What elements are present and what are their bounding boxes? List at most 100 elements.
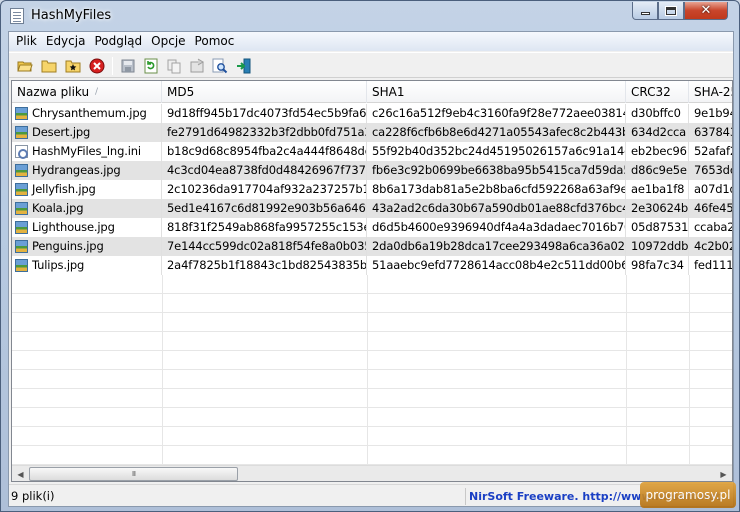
md5-cell: 9d18ff945b17dc4073fd54ec5b9fa62c xyxy=(162,104,367,123)
sha1-cell: d6d5b4600e9396940df4a4a3dadaec7016b70ea7 xyxy=(367,218,626,237)
find-icon xyxy=(212,58,228,74)
table-row[interactable]: Hydrangeas.jpg 4c3cd04ea8738fd0d48426967… xyxy=(12,161,732,180)
maximize-button[interactable] xyxy=(658,2,684,20)
crc32-cell: 05d87531 xyxy=(626,218,689,237)
grid-divider xyxy=(162,275,163,481)
menu-edycja[interactable]: Edycja xyxy=(39,32,86,51)
md5-cell: 2c10236da917704af932a237257b1c7b xyxy=(162,180,367,199)
app-icon xyxy=(10,8,24,24)
image-file-icon xyxy=(15,202,28,215)
scroll-left-button[interactable]: ◀ xyxy=(12,466,29,481)
star-folder-icon xyxy=(65,60,81,73)
sha1-cell: ca228f6cfb6b8e6d4271a05543afec8c2b443b3f xyxy=(367,123,626,142)
file-hash-list[interactable]: Nazwa pliku / MD5 SHA1 CRC32 SHA-25 Chry… xyxy=(11,80,733,482)
crc32-cell: d86c9e5e xyxy=(626,161,689,180)
menu-podglad[interactable]: Podgląd xyxy=(87,32,142,51)
filename-cell: Hydrangeas.jpg xyxy=(12,161,162,180)
filename-text: Hydrangeas.jpg xyxy=(32,163,121,177)
filename-cell: Chrysanthemum.jpg xyxy=(12,104,162,123)
column-header-crc32[interactable]: CRC32 xyxy=(626,81,689,103)
image-file-icon xyxy=(15,126,28,139)
crc32-cell: d30bffc0 xyxy=(626,104,689,123)
table-row[interactable]: Desert.jpg fe2791d64982332b3f2dbb0fd751a… xyxy=(12,123,732,142)
open-files-button[interactable] xyxy=(16,57,34,75)
status-bar: 9 plik(i) NirSoft Freeware. http://www.n… xyxy=(9,484,733,506)
sha256-cell: 4c2b028 xyxy=(689,237,732,256)
sha256-cell: 637843a xyxy=(689,123,732,142)
menu-plik[interactable]: Plik xyxy=(9,32,37,51)
table-row[interactable]: Penguins.jpg 7e144cc599dc02a818f54fe8a0b… xyxy=(12,237,732,256)
column-header-filename[interactable]: Nazwa pliku / xyxy=(12,81,162,103)
list-header: Nazwa pliku / MD5 SHA1 CRC32 SHA-25 xyxy=(12,81,732,103)
sha256-cell: ccaba2e xyxy=(689,218,732,237)
table-row[interactable]: Chrysanthemum.jpg 9d18ff945b17dc4073fd54… xyxy=(12,104,732,123)
column-header-sha1[interactable]: SHA1 xyxy=(367,81,626,103)
filename-cell: Penguins.jpg xyxy=(12,237,162,256)
title-bar[interactable]: HashMyFiles ✕ xyxy=(1,1,739,31)
menu-pomoc[interactable]: Pomoc xyxy=(188,32,235,51)
properties-button[interactable] xyxy=(188,57,206,75)
image-file-icon xyxy=(15,221,28,234)
find-button[interactable] xyxy=(211,57,229,75)
table-row[interactable]: Jellyfish.jpg 2c10236da917704af932a23725… xyxy=(12,180,732,199)
image-file-icon xyxy=(15,164,28,177)
column-header-sha256[interactable]: SHA-25 xyxy=(689,81,732,103)
refresh-button[interactable] xyxy=(142,57,160,75)
save-button[interactable] xyxy=(119,57,137,75)
table-row[interactable]: Koala.jpg 5ed1e4167c6d81992e903b56a646fa… xyxy=(12,199,732,218)
column-header-label: Nazwa pliku xyxy=(17,85,90,99)
save-icon xyxy=(121,59,135,73)
filename-cell: Desert.jpg xyxy=(12,123,162,142)
filename-text: Desert.jpg xyxy=(32,125,91,139)
column-header-md5[interactable]: MD5 xyxy=(162,81,367,103)
close-button[interactable]: ✕ xyxy=(684,2,728,20)
exit-button[interactable] xyxy=(235,57,253,75)
md5-cell: 818f31f2549ab868fa9957255c153eeb xyxy=(162,218,367,237)
sha256-cell: 9e1b94b xyxy=(689,104,732,123)
crc32-cell: 10972ddb xyxy=(626,237,689,256)
maximize-icon xyxy=(665,5,677,16)
crc32-cell: 634d2cca xyxy=(626,123,689,142)
add-special-folder-button[interactable] xyxy=(64,57,82,75)
horizontal-scrollbar[interactable]: ◀ III ▶ xyxy=(12,465,732,481)
filename-text: Lighthouse.jpg xyxy=(32,220,115,234)
minimize-icon xyxy=(640,12,650,15)
sha1-cell: 8b6a173dab81a5e2b8ba6cfd592268a63af9e091 xyxy=(367,180,626,199)
filename-cell: Koala.jpg xyxy=(12,199,162,218)
sha256-cell: fed111c xyxy=(689,256,732,275)
sha256-cell: a07d1d3 xyxy=(689,180,732,199)
toolbar xyxy=(9,52,733,78)
md5-cell: 4c3cd04ea8738fd0d48426967f737359 xyxy=(162,161,367,180)
md5-cell: b18c9d68c8954fba2c4a444f8648dde1 xyxy=(162,142,367,161)
exit-icon xyxy=(237,58,251,74)
delete-button[interactable] xyxy=(88,57,106,75)
client-area: Plik Edycja Podgląd Opcje Pomoc Nazwa pl… xyxy=(8,31,734,507)
filename-text: Penguins.jpg xyxy=(32,239,104,253)
toolbar-separator xyxy=(112,57,113,75)
table-row[interactable]: Tulips.jpg 2a4f7825b1f18843c1bd82543835b… xyxy=(12,256,732,275)
folder-icon xyxy=(41,60,57,73)
minimize-button[interactable] xyxy=(632,2,658,20)
image-file-icon xyxy=(15,240,28,253)
sha1-cell: c26c16a512f9eb4c3160fa9f28e772aee03814fe xyxy=(367,104,626,123)
table-row[interactable]: Lighthouse.jpg 818f31f2549ab868fa9957255… xyxy=(12,218,732,237)
filename-text: Koala.jpg xyxy=(32,201,84,215)
crc32-cell: ae1ba1f8 xyxy=(626,180,689,199)
app-window: HashMyFiles ✕ Plik Edycja Podgląd Opcje … xyxy=(0,0,740,512)
scrollbar-thumb[interactable]: III xyxy=(29,467,238,481)
close-icon: ✕ xyxy=(700,3,712,18)
grid-divider xyxy=(626,275,627,481)
scroll-right-button[interactable]: ▶ xyxy=(715,466,732,481)
copy-button[interactable] xyxy=(165,57,183,75)
copy-icon xyxy=(167,59,181,74)
image-file-icon xyxy=(15,107,28,120)
md5-cell: 2a4f7825b1f18843c1bd82543835b0fd xyxy=(162,256,367,275)
delete-icon xyxy=(89,58,105,74)
table-row[interactable]: HashMyFiles_lng.ini b18c9d68c8954fba2c4a… xyxy=(12,142,732,161)
sha1-cell: 2da0db6a19b28dca17cee293498a6ca36a02f7c7 xyxy=(367,237,626,256)
site-watermark: programosy.pl xyxy=(640,482,736,508)
filename-text: Chrysanthemum.jpg xyxy=(32,106,147,120)
arrow-right-icon: ▶ xyxy=(720,469,727,479)
add-folder-button[interactable] xyxy=(40,57,58,75)
menu-opcje[interactable]: Opcje xyxy=(144,32,185,51)
